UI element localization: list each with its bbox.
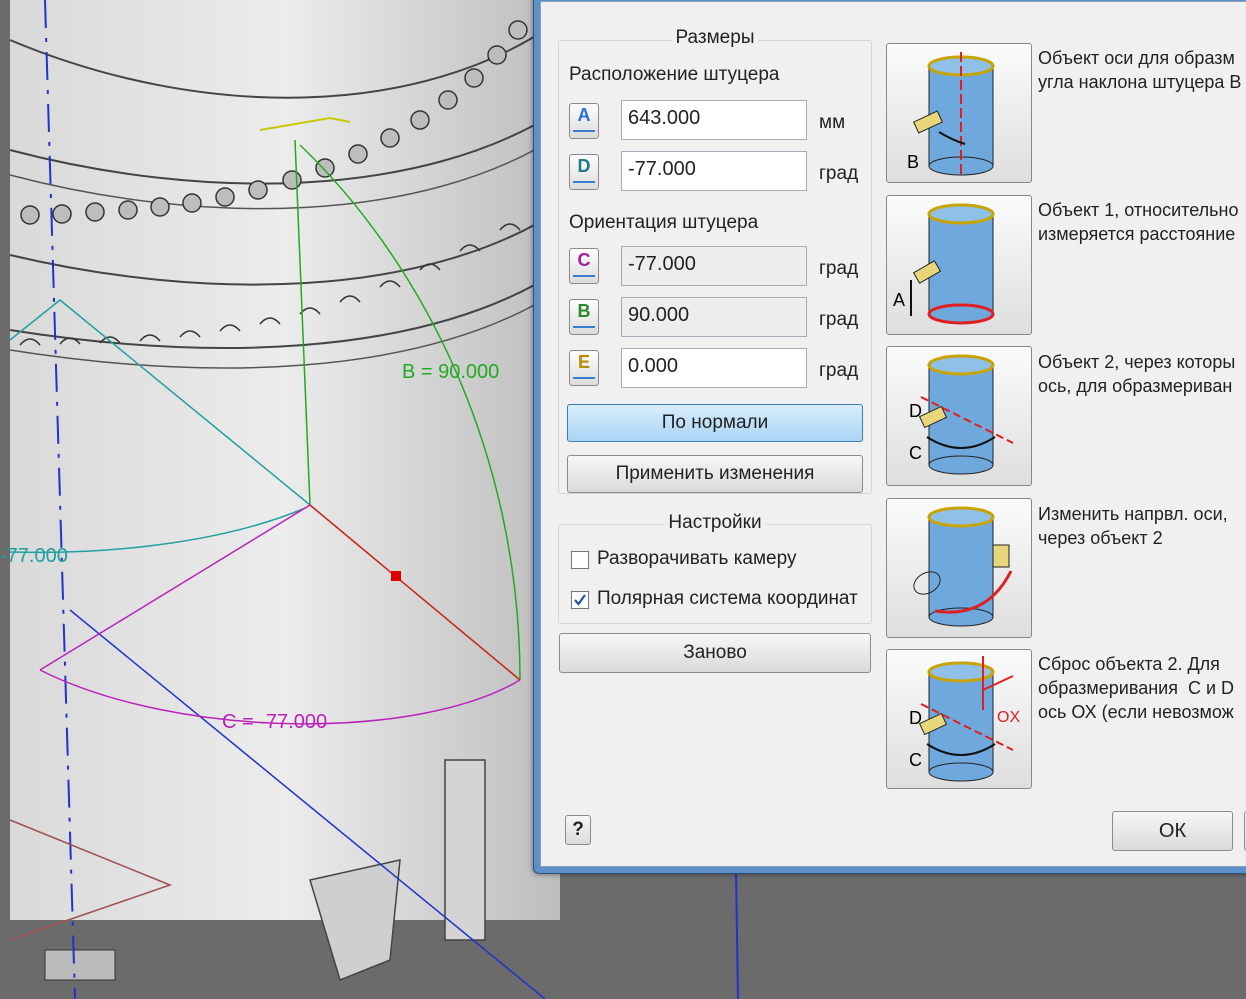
dimension-d-field[interactable]: -77.000 bbox=[621, 151, 807, 191]
rotate-camera-checkbox[interactable] bbox=[571, 551, 589, 569]
dimension-e-button[interactable]: E bbox=[569, 350, 599, 386]
thumb-d2-label: D bbox=[909, 708, 922, 728]
dimension-c-unit: град bbox=[819, 258, 859, 279]
reset-object2-description: Сброс объекта 2. Для образмеривания С и … bbox=[1038, 654, 1235, 722]
axis-object-description: Объект оси для образм угла наклона штуце… bbox=[1038, 48, 1242, 92]
question-icon[interactable]: ? bbox=[565, 815, 591, 845]
flip-axis-description: Изменить напрвл. оси, через объект 2 bbox=[1038, 504, 1228, 548]
nozzle-axis-icon: B bbox=[907, 52, 995, 178]
angle-c-label: C = -77.000 bbox=[222, 711, 327, 733]
object2-thumbnail[interactable]: D C bbox=[886, 346, 1032, 486]
dimension-c-field[interactable]: -77.000 bbox=[621, 246, 807, 286]
dimension-d-button[interactable]: D bbox=[569, 154, 599, 190]
rotate-camera-label[interactable]: Разворачивать камеру bbox=[597, 548, 796, 570]
thumb-b-label: B bbox=[907, 152, 919, 172]
flip-axis-thumbnail[interactable] bbox=[886, 498, 1032, 638]
normal-button[interactable]: По нормали bbox=[567, 404, 863, 442]
dimension-b-unit: град bbox=[819, 309, 859, 330]
settings-title: Настройки bbox=[664, 512, 766, 534]
dimension-a-button[interactable]: A bbox=[569, 103, 599, 139]
thumb-ox-label: OX bbox=[997, 709, 1020, 726]
apply-changes-button[interactable]: Применить изменения bbox=[567, 455, 863, 493]
object1-description: Объект 1, относительно измеряется рассто… bbox=[1038, 200, 1239, 244]
reset-object2-thumbnail[interactable]: D C OX bbox=[886, 649, 1032, 789]
reset-axis-icon: D C OX bbox=[909, 656, 1020, 782]
flip-axis-icon bbox=[913, 506, 1013, 627]
thumb-a-label: A bbox=[893, 290, 905, 310]
axis-object-thumbnail[interactable]: B bbox=[886, 43, 1032, 183]
angle-b-label: B = 90.000 bbox=[402, 361, 499, 383]
dimension-a-field[interactable]: 643.000 bbox=[621, 100, 807, 140]
dimension-d-unit: град bbox=[819, 163, 859, 184]
position-label: Расположение штуцера bbox=[569, 64, 780, 85]
angle-d-label: -77.000 bbox=[0, 545, 68, 567]
reset-button[interactable]: Заново bbox=[559, 633, 871, 673]
dimension-c-icon: C bbox=[577, 250, 591, 270]
dimension-e-field[interactable]: 0.000 bbox=[621, 348, 807, 388]
dialog-body: Размеры Расположение штуцера A 643.000 м… bbox=[540, 1, 1246, 867]
nozzle-distance-icon: A bbox=[893, 203, 995, 325]
dimension-a-icon: A bbox=[577, 105, 591, 125]
object2-description: Объект 2, через которы ось, для образмер… bbox=[1038, 352, 1236, 396]
orientation-label: Ориентация штуцера bbox=[569, 212, 759, 233]
polar-coords-label[interactable]: Полярная система координат bbox=[597, 588, 858, 610]
nozzle-placement-dialog: Размеры Расположение штуцера A 643.000 м… bbox=[533, 0, 1246, 874]
dimension-b-icon: B bbox=[577, 301, 591, 321]
dimension-e-icon: E bbox=[577, 352, 590, 372]
dimension-e-unit: град bbox=[819, 360, 859, 381]
dimension-c-button[interactable]: C bbox=[569, 248, 599, 284]
thumb-c-label: C bbox=[909, 443, 922, 463]
dimension-b-field[interactable]: 90.000 bbox=[621, 297, 807, 337]
ok-button[interactable]: ОК bbox=[1112, 811, 1233, 851]
checkmark-icon bbox=[574, 594, 586, 606]
sizes-title: Размеры bbox=[671, 27, 759, 49]
thumb-c2-label: C bbox=[909, 750, 922, 770]
dimension-d-icon: D bbox=[577, 156, 591, 176]
thumb-d-label: D bbox=[909, 401, 922, 421]
dimension-a-unit: мм bbox=[819, 112, 846, 133]
polar-coords-checkbox[interactable] bbox=[571, 591, 589, 609]
nozzle-angle-icon: D C bbox=[909, 354, 1014, 475]
object1-thumbnail[interactable]: A bbox=[886, 195, 1032, 335]
dimension-b-button[interactable]: B bbox=[569, 299, 599, 335]
